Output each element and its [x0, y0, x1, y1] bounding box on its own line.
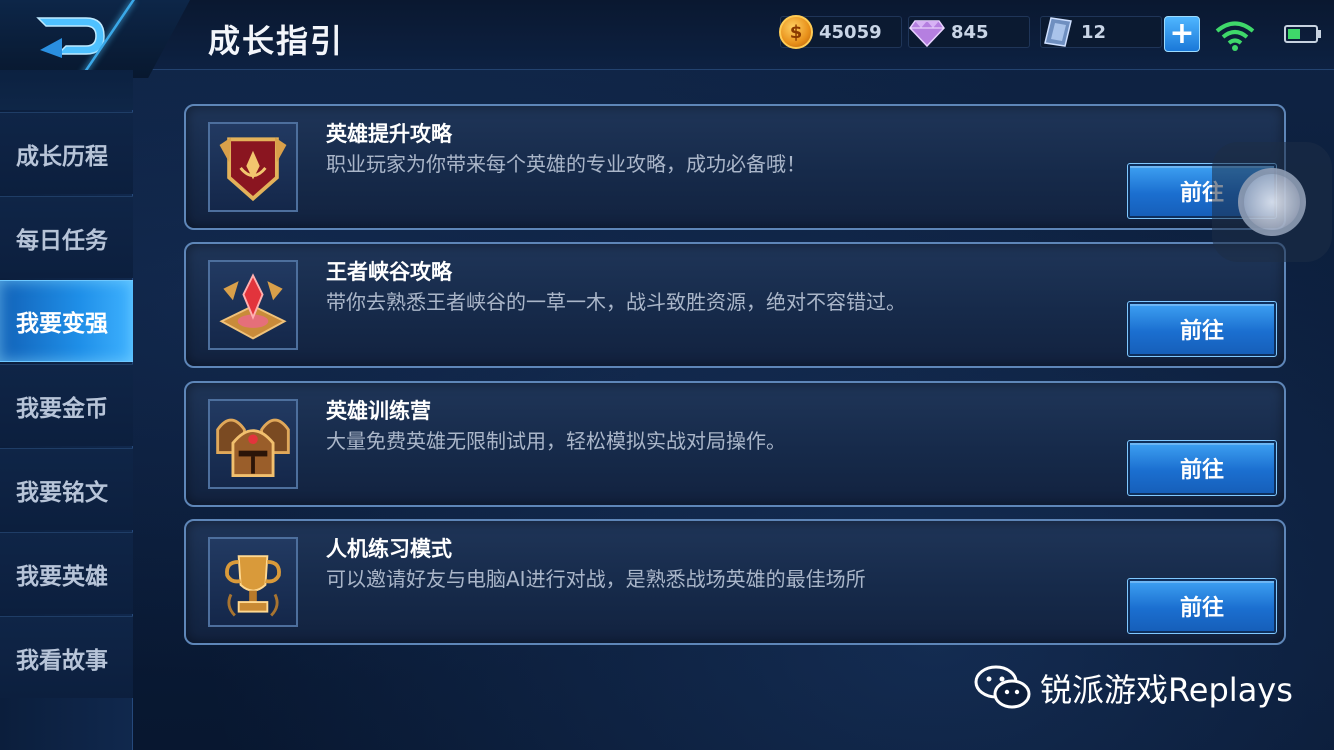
wechat-icon [974, 665, 1031, 709]
sidebar-item-stories[interactable]: 我看故事 [0, 616, 133, 698]
guide-card-ai-practice: 人机练习模式 可以邀请好友与电脑AI进行对战，是熟悉战场英雄的最佳场所 前往 [184, 519, 1286, 645]
assist-circle-icon [1238, 168, 1306, 236]
wifi-icon [1215, 21, 1255, 51]
card-icon-frame [208, 122, 298, 212]
go-button[interactable]: 前往 [1127, 440, 1277, 496]
crest-icon [219, 137, 287, 202]
card-title: 人机练习模式 [326, 537, 452, 561]
top-bar: 成长指引 $ 45059 845 12 + [0, 0, 1334, 78]
watermark: 锐派游戏Replays [974, 664, 1293, 712]
card-icon-frame [208, 537, 298, 627]
card-description: 可以邀请好友与电脑AI进行对战，是熟悉战场英雄的最佳场所 [326, 567, 866, 591]
card-title: 英雄训练营 [326, 399, 431, 423]
sidebar-item-daily-tasks[interactable]: 每日任务 [0, 196, 133, 278]
back-arrow-icon [36, 17, 105, 58]
back-button[interactable] [0, 0, 190, 78]
guide-card-training-camp: 英雄训练营 大量免费英雄无限制试用，轻松模拟实战对局操作。 前往 [184, 381, 1286, 507]
battery-icon [1284, 25, 1321, 43]
add-currency-button[interactable]: + [1164, 16, 1200, 52]
gold-counter: $ 45059 [779, 15, 902, 49]
ticket-counter: 12 [1040, 16, 1162, 48]
ticket-value: 12 [1081, 21, 1107, 43]
gold-coin-icon: $ [779, 15, 813, 49]
watermark-text: 锐派游戏Replays [1040, 671, 1293, 709]
sidebar-item-growth-history[interactable]: 成长历程 [0, 112, 133, 194]
card-title: 英雄提升攻略 [326, 122, 452, 146]
card-icon-frame [208, 399, 298, 489]
floating-assist-button[interactable] [1212, 142, 1332, 262]
diamond-icon [909, 20, 945, 47]
voucher-icon [1044, 17, 1072, 47]
card-description: 大量免费英雄无限制试用，轻松模拟实战对局操作。 [326, 429, 786, 453]
go-button[interactable]: 前往 [1127, 301, 1277, 357]
sidebar-item-get-stronger[interactable]: 我要变强 [0, 280, 133, 362]
page-title: 成长指引 [208, 22, 345, 60]
card-icon-frame [208, 260, 298, 350]
card-description: 带你去熟悉王者峡谷的一草一木，战斗致胜资源，绝对不容错过。 [326, 290, 906, 314]
sidebar-decoration [0, 70, 133, 110]
guide-card-canyon-strategy: 王者峡谷攻略 带你去熟悉王者峡谷的一草一木，战斗致胜资源，绝对不容错过。 前往 [184, 242, 1286, 368]
gem-value: 845 [951, 21, 989, 43]
sidebar-item-get-runes[interactable]: 我要铭文 [0, 448, 133, 530]
card-description: 职业玩家为你带来每个英雄的专业攻略，成功必备哦！ [326, 152, 806, 176]
gem-counter: 845 [908, 16, 1030, 48]
sidebar-item-get-heroes[interactable]: 我要英雄 [0, 532, 133, 614]
gold-value: 45059 [819, 21, 882, 43]
guide-card-hero-upgrade: 英雄提升攻略 职业玩家为你带来每个英雄的专业攻略，成功必备哦！ 前往 [184, 104, 1286, 230]
card-title: 王者峡谷攻略 [326, 260, 452, 284]
go-button[interactable]: 前往 [1127, 578, 1277, 634]
helmet-icon [216, 418, 290, 477]
trophy-icon [225, 555, 281, 617]
sidebar-item-get-gold[interactable]: 我要金币 [0, 364, 133, 446]
crystal-icon [219, 273, 287, 340]
